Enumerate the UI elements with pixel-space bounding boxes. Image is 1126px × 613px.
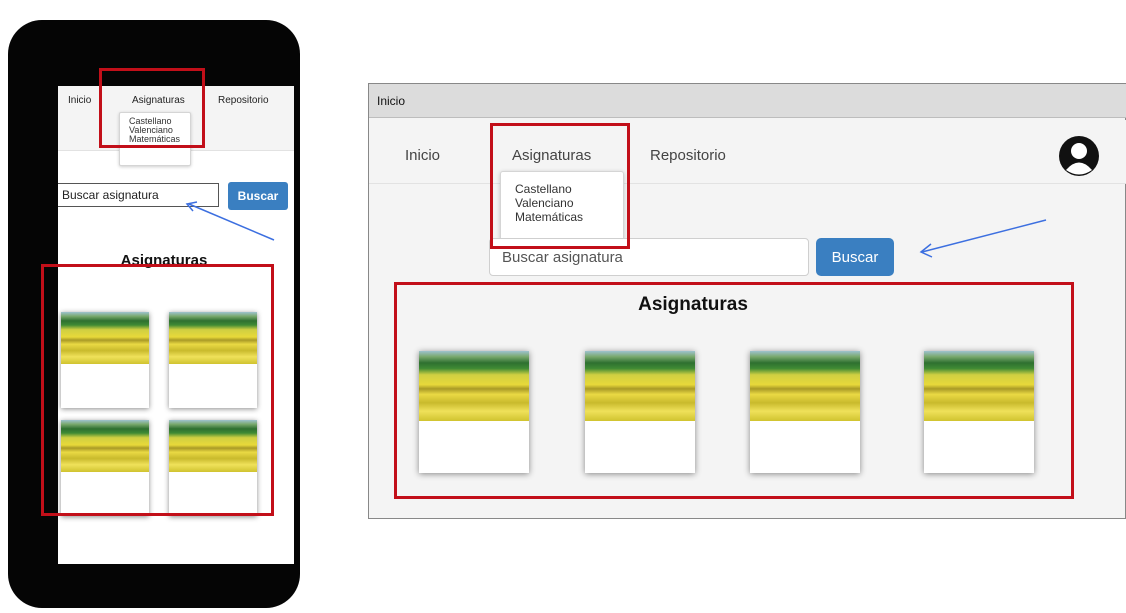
- mobile-nav-asignaturas[interactable]: Asignaturas: [132, 95, 185, 106]
- desktop-search-button[interactable]: Buscar: [816, 238, 894, 276]
- mobile-subject-card[interactable]: [169, 312, 257, 408]
- card-landscape-image: [585, 351, 695, 421]
- mobile-subject-card[interactable]: [61, 312, 149, 408]
- mobile-section-title: Asignaturas: [120, 252, 208, 269]
- mobile-nav-inicio[interactable]: Inicio: [68, 95, 91, 106]
- user-avatar-icon[interactable]: [1058, 135, 1100, 177]
- desktop-section-title: Asignaturas: [638, 294, 748, 315]
- desktop-asignaturas-dropdown: Castellano Valenciano Matemáticas: [500, 171, 624, 241]
- mobile-screen: Inicio Asignaturas Repositorio Castellan…: [58, 86, 294, 564]
- desktop-window: Inicio Inicio Asignaturas Repositorio Ca…: [368, 83, 1126, 519]
- mobile-subject-card[interactable]: [169, 420, 257, 516]
- desktop-subject-card[interactable]: [750, 351, 860, 473]
- card-landscape-image: [169, 312, 257, 364]
- desktop-dropdown-item-valenciano[interactable]: Valenciano: [501, 196, 623, 210]
- desktop-search-input[interactable]: [489, 238, 809, 276]
- card-landscape-image: [169, 420, 257, 472]
- mobile-search-button[interactable]: Buscar: [228, 182, 288, 210]
- mobile-navbar: Inicio Asignaturas Repositorio Castellan…: [58, 86, 294, 166]
- desktop-subject-card[interactable]: [924, 351, 1034, 473]
- desktop-nav-inicio[interactable]: Inicio: [405, 147, 440, 164]
- desktop-dropdown-item-castellano[interactable]: Castellano: [501, 182, 623, 196]
- card-landscape-image: [61, 312, 149, 364]
- card-landscape-image: [419, 351, 529, 421]
- card-landscape-image: [924, 351, 1034, 421]
- mobile-phone-frame: Inicio Asignaturas Repositorio Castellan…: [8, 20, 300, 608]
- desktop-subject-card[interactable]: [585, 351, 695, 473]
- desktop-titlebar: Inicio: [369, 84, 1126, 118]
- mobile-dropdown-item-matematicas[interactable]: Matemáticas: [120, 135, 190, 144]
- mobile-subject-card[interactable]: [61, 420, 149, 516]
- window-title: Inicio: [377, 94, 406, 108]
- card-landscape-image: [750, 351, 860, 421]
- mobile-asignaturas-dropdown: Castellano Valenciano Matemáticas: [119, 112, 191, 166]
- desktop-dropdown-item-matematicas[interactable]: Matemáticas: [501, 210, 623, 224]
- desktop-nav-asignaturas[interactable]: Asignaturas: [512, 147, 591, 164]
- desktop-navbar: Inicio Asignaturas Repositorio: [369, 120, 1126, 184]
- desktop-subject-card[interactable]: [419, 351, 529, 473]
- desktop-nav-repositorio[interactable]: Repositorio: [650, 147, 726, 164]
- card-landscape-image: [61, 420, 149, 472]
- mobile-nav-repositorio[interactable]: Repositorio: [218, 95, 269, 106]
- mobile-search-input[interactable]: [58, 183, 219, 207]
